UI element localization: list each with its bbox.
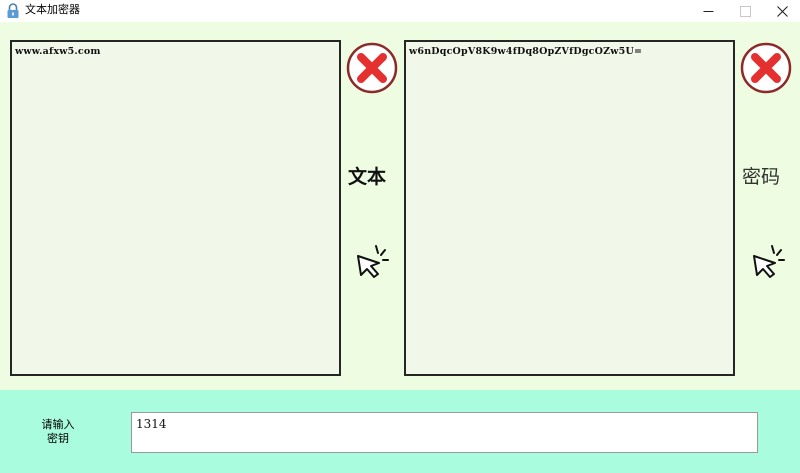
click-cursor-icon — [753, 245, 785, 278]
clear-cipher-button[interactable] — [740, 42, 792, 94]
minimize-button[interactable] — [690, 0, 726, 22]
key-label-line2: 密钥 — [47, 432, 69, 445]
red-x-circle-icon — [740, 42, 792, 94]
key-label-line1: 请输入 — [41, 418, 75, 431]
close-icon — [776, 5, 788, 17]
close-button[interactable] — [764, 0, 800, 22]
key-input[interactable]: 1314 — [131, 412, 758, 453]
decrypt-button[interactable] — [748, 242, 786, 278]
main-area: www.afxw5.com 文本 w6nDqcOpV8K9w4fDq8OpZVf… — [0, 22, 800, 390]
cipher-label: 密码 — [742, 166, 781, 188]
key-input-value: 1314 — [136, 417, 167, 431]
cipher-text-content: w6nDqcOpV8K9w4fDq8OpZVfDgcOZw5U= — [409, 46, 643, 57]
plain-text-content: www.afxw5.com — [15, 46, 101, 57]
key-label: 请输入 密钥 — [33, 418, 83, 446]
plain-label: 文本 — [348, 166, 387, 188]
title-bar: 文本加密器 — [0, 0, 800, 22]
click-cursor-icon — [357, 245, 389, 278]
minimize-icon — [703, 10, 713, 12]
maximize-icon — [739, 5, 751, 17]
plain-text-area[interactable]: www.afxw5.com — [10, 40, 341, 376]
cipher-text-area[interactable]: w6nDqcOpV8K9w4fDq8OpZVfDgcOZw5U= — [404, 40, 735, 376]
maximize-button[interactable] — [727, 0, 763, 22]
window-title: 文本加密器 — [25, 3, 80, 16]
clear-plain-button[interactable] — [346, 42, 398, 94]
red-x-circle-icon — [346, 42, 398, 94]
key-section: 请输入 密钥 1314 — [0, 390, 800, 473]
encrypt-button[interactable] — [352, 242, 390, 278]
lock-icon — [7, 3, 19, 18]
